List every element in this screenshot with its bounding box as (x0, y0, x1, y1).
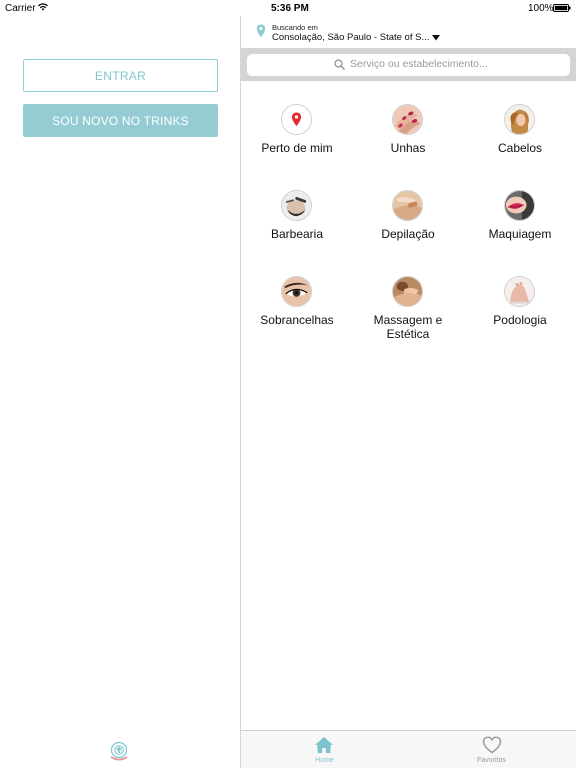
tab-bar: Home Favoritos (241, 730, 576, 768)
tab-label: Favoritos (477, 757, 506, 764)
location-label: Buscando em (272, 23, 318, 32)
login-button[interactable]: ENTRAR (23, 59, 218, 92)
location-value[interactable]: Consolação, São Paulo - State of S... (272, 32, 429, 43)
battery-icon (553, 4, 571, 12)
category-label: Maquiagem (488, 227, 552, 241)
category-label: Unhas (390, 141, 426, 155)
location-pin-icon (281, 104, 312, 135)
wifi-icon (38, 3, 48, 11)
signup-button[interactable]: SOU NOVO NO TRINKS (23, 104, 218, 137)
heart-icon (482, 736, 502, 754)
carrier-label: Carrier (5, 3, 36, 14)
barber-photo (281, 190, 312, 221)
makeup-photo (504, 190, 535, 221)
tab-home[interactable]: Home (241, 731, 408, 768)
search-icon (334, 59, 345, 70)
foot-photo (504, 276, 535, 307)
category-label: Perto de mim (261, 141, 333, 155)
waxing-photo (392, 190, 423, 221)
hair-photo (504, 104, 535, 135)
tab-label: Home (315, 757, 334, 764)
tab-favoritos[interactable]: Favoritos (408, 731, 575, 768)
category-label: Sobrancelhas (260, 313, 334, 327)
eyebrow-photo (281, 276, 312, 307)
map-pin-icon (256, 24, 266, 38)
location-selector[interactable]: Buscando em Consolação, São Paulo - Stat… (241, 16, 576, 48)
search-input[interactable]: Serviço ou estabelecimento... (247, 54, 570, 76)
status-bar: Carrier 5:36 PM 100% (0, 0, 576, 16)
search-bar: Serviço ou estabelecimento... (241, 48, 576, 81)
battery-percent: 100% (528, 3, 554, 14)
clock: 5:36 PM (271, 3, 309, 14)
category-label: Barbearia (270, 227, 324, 241)
caret-down-icon[interactable] (432, 35, 440, 41)
search-placeholder: Serviço ou estabelecimento... (350, 58, 488, 70)
category-label: Depilação (381, 227, 435, 241)
home-pane: Buscando em Consolação, São Paulo - Stat… (241, 16, 576, 768)
home-icon (315, 737, 333, 753)
category-label: Cabelos (497, 141, 543, 155)
category-label: Podologia (493, 313, 547, 327)
massage-photo (392, 276, 423, 307)
category-label: Massagem e Estética (373, 313, 443, 341)
nails-photo (392, 104, 423, 135)
side-menu-pane: ENTRAR SOU NOVO NO TRINKS (0, 16, 240, 768)
trinks-logo-icon (110, 741, 128, 761)
